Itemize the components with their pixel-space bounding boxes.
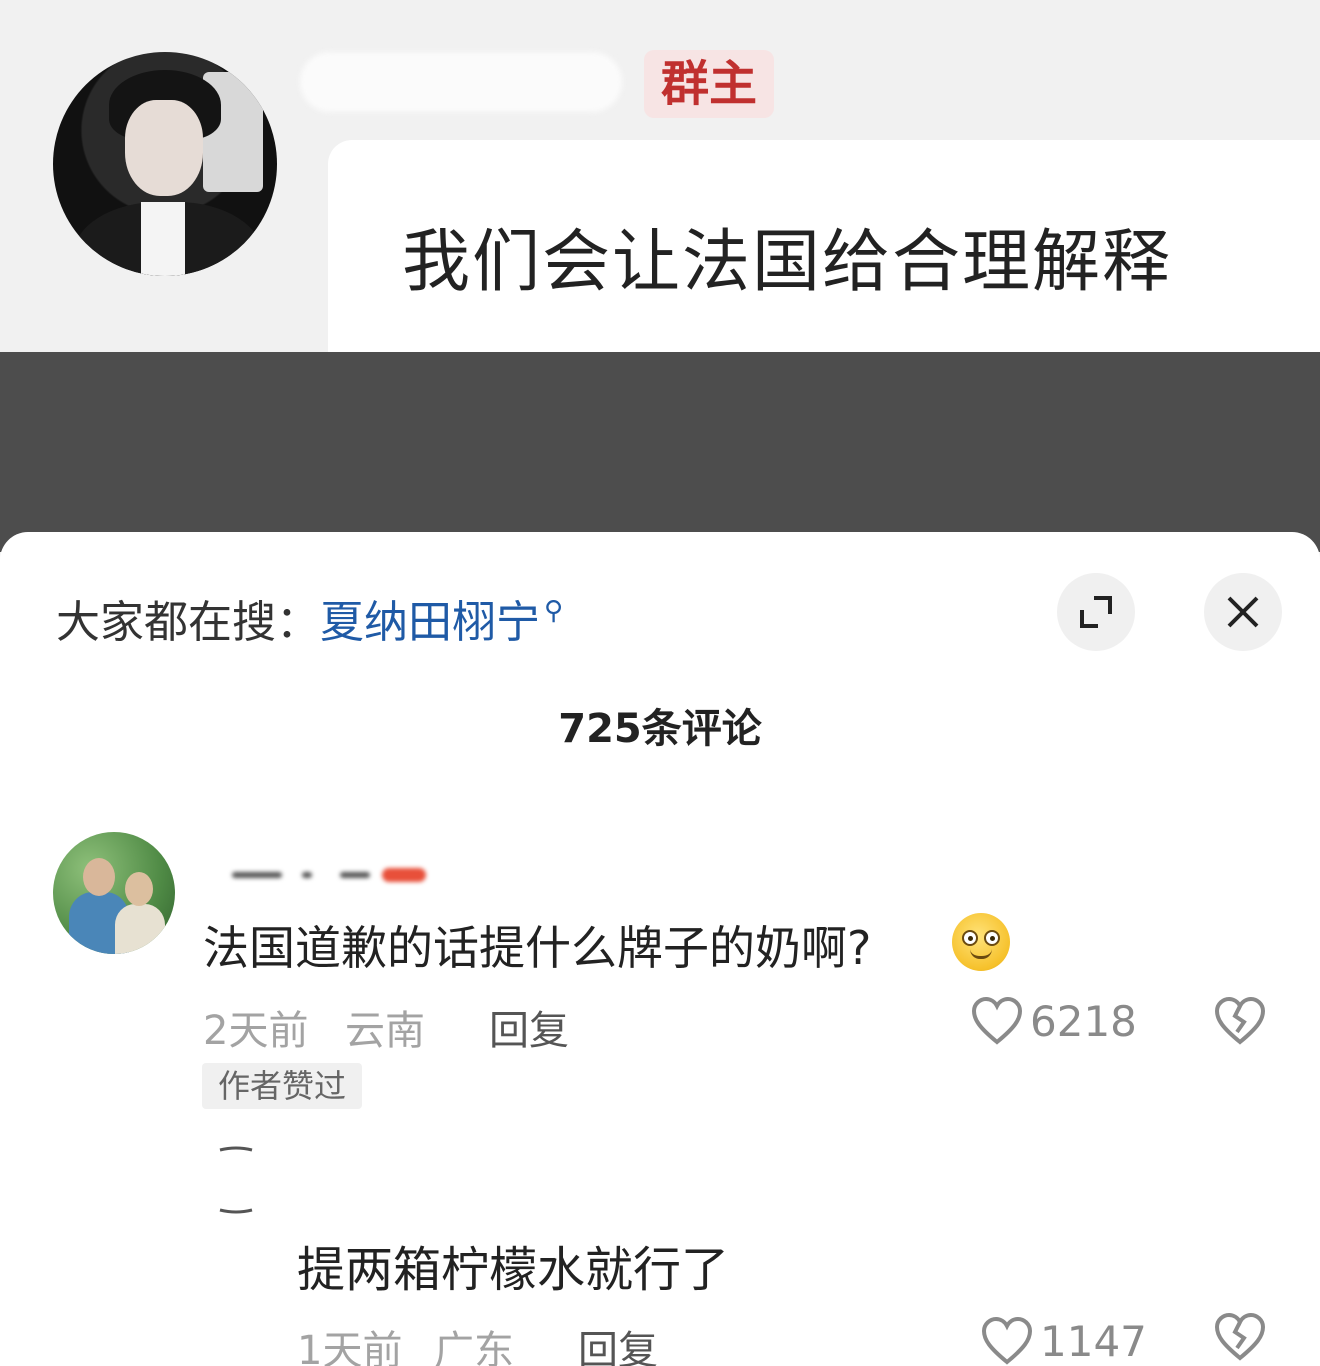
hot-search-term[interactable]: 夏纳田栩宁 xyxy=(320,597,540,648)
chat-snippet: 群主 我们会让法国给合理解释 xyxy=(0,0,1320,352)
hot-search-prefix: 大家都在搜： xyxy=(56,597,320,648)
heart-icon xyxy=(981,1316,1033,1365)
reply-time: 1天前 xyxy=(297,1328,403,1366)
broken-heart-icon xyxy=(1214,1312,1266,1361)
close-icon xyxy=(1227,596,1259,628)
hot-search-bar[interactable]: 大家都在搜：夏纳田栩宁 ⚲ xyxy=(56,586,563,650)
comment-text: 法国道歉的话提什么牌子的奶啊? xyxy=(203,921,872,975)
video-dim-overlay[interactable] xyxy=(0,352,1320,552)
reply-location: 广东 xyxy=(434,1328,514,1366)
smile-emoji-icon xyxy=(952,913,1010,971)
chat-message-text: 我们会让法国给合理解释 xyxy=(402,223,1173,302)
reply-button[interactable]: 回复 xyxy=(489,998,569,1056)
reply-like-count: 1147 xyxy=(1040,1316,1147,1366)
expand-icon xyxy=(1080,596,1112,628)
comment-time: 2天前 xyxy=(203,1008,309,1054)
reply-avatar-edge xyxy=(219,1146,253,1214)
like-button[interactable]: 6218 xyxy=(970,996,1137,1046)
close-button[interactable] xyxy=(1204,573,1282,651)
blurred-username xyxy=(300,52,622,112)
comment-location: 云南 xyxy=(345,1008,425,1054)
search-icon: ⚲ xyxy=(544,596,564,626)
like-count: 6218 xyxy=(1030,996,1137,1046)
commenter-avatar[interactable] xyxy=(53,832,175,954)
comment-count-title: 725条评论 xyxy=(558,706,762,752)
expand-button[interactable] xyxy=(1057,573,1135,651)
broken-heart-icon xyxy=(1214,996,1266,1045)
reply-dislike-button[interactable] xyxy=(1213,1312,1267,1366)
reply-reply-button[interactable]: 回复 xyxy=(578,1318,658,1366)
reply-text: 提两箱柠檬水就行了 xyxy=(297,1242,730,1298)
author-liked-tag: 作者赞过 xyxy=(202,1063,362,1109)
heart-icon xyxy=(971,996,1023,1045)
group-owner-badge: 群主 xyxy=(644,50,774,118)
dislike-button[interactable] xyxy=(1213,996,1267,1050)
group-owner-avatar[interactable] xyxy=(53,52,277,276)
blurred-commenter-name xyxy=(232,862,432,888)
reply-like-button[interactable]: 1147 xyxy=(980,1316,1147,1366)
